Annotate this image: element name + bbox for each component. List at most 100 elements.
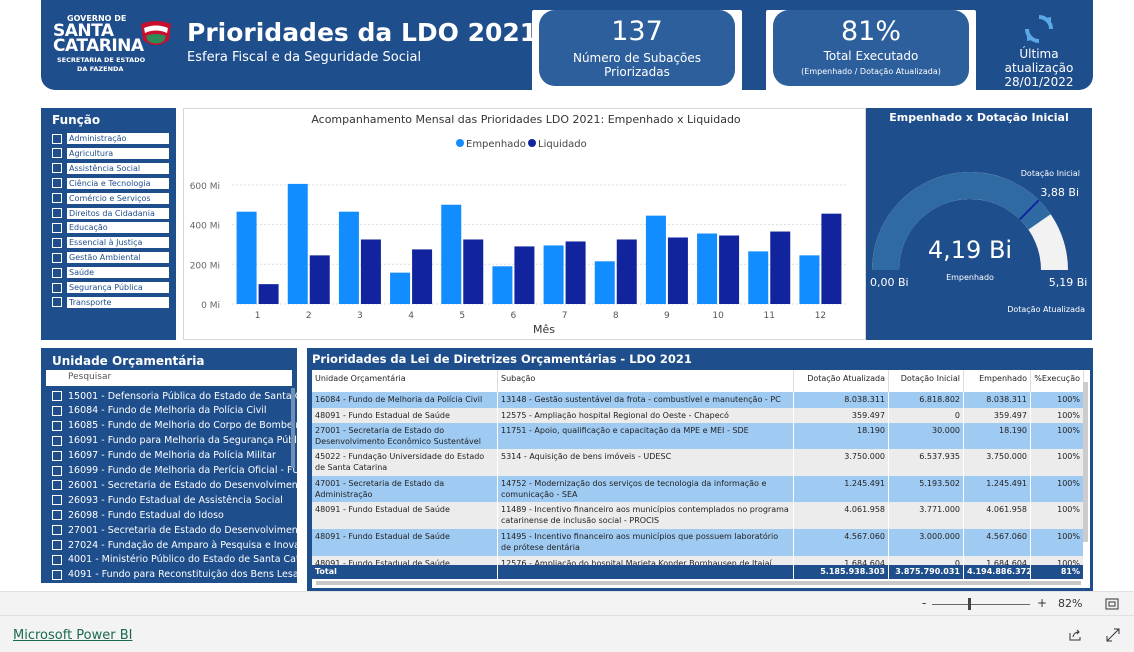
bar-liquidado-5[interactable] — [463, 239, 484, 304]
bar-liquidado-1[interactable] — [258, 284, 279, 304]
funcao-item[interactable]: Transporte — [52, 296, 169, 309]
unidade-item[interactable]: 16097 - Fundo de Melhoria da Polícia Mil… — [52, 449, 297, 463]
table-column-header[interactable]: Dotação Inicial — [889, 370, 964, 392]
checkbox[interactable] — [52, 297, 62, 308]
checkbox[interactable] — [52, 163, 62, 174]
checkbox[interactable] — [52, 282, 62, 293]
zoom-in-button[interactable]: + — [1037, 596, 1047, 610]
bar-empenhado-6[interactable] — [492, 266, 513, 304]
checkbox[interactable] — [52, 450, 62, 461]
checkbox[interactable] — [52, 391, 62, 401]
checkbox[interactable] — [52, 435, 62, 446]
checkbox[interactable] — [52, 569, 62, 580]
table-row[interactable]: 48091 - Fundo Estadual de Saúde 11495 - I… — [312, 529, 1084, 556]
checkbox[interactable] — [52, 420, 62, 431]
checkbox[interactable] — [52, 148, 62, 159]
fit-to-page-icon[interactable] — [1105, 598, 1119, 610]
bar-empenhado-5[interactable] — [441, 204, 462, 304]
unidade-search-box[interactable]: Pesquisar — [46, 370, 292, 386]
funcao-item[interactable]: Assistência Social — [52, 162, 169, 175]
funcao-item[interactable]: Saúde — [52, 266, 169, 279]
unidade-item[interactable]: 16084 - Fundo de Melhoria da Polícia Civ… — [52, 404, 297, 418]
checkbox[interactable] — [52, 208, 62, 218]
bar-empenhado-10[interactable] — [697, 233, 718, 304]
bar-liquidado-4[interactable] — [412, 249, 433, 304]
unidade-item[interactable]: 26098 - Fundo Estadual do Idoso — [52, 508, 297, 522]
bar-empenhado-2[interactable] — [287, 183, 308, 304]
funcao-item[interactable]: Comércio e Serviços — [52, 192, 169, 205]
bar-empenhado-12[interactable] — [799, 255, 820, 304]
bar-liquidado-8[interactable] — [616, 239, 637, 304]
table-column-header[interactable]: Unidade Orçamentária — [312, 370, 498, 392]
table-row[interactable]: 48091 - Fundo Estadual de Saúde 12575 - A… — [312, 408, 1084, 423]
table-column-header[interactable]: Dotação Atualizada — [794, 370, 889, 392]
bar-liquidado-2[interactable] — [309, 255, 330, 304]
checkbox[interactable] — [52, 237, 62, 248]
table-horizontal-scrollbar[interactable] — [316, 581, 1081, 585]
checkbox[interactable] — [52, 525, 62, 536]
zoom-out-button[interactable]: - — [922, 596, 926, 610]
bar-liquidado-7[interactable] — [565, 241, 586, 304]
checkbox[interactable] — [52, 540, 62, 550]
checkbox[interactable] — [52, 480, 62, 491]
unidade-scrollbar[interactable] — [291, 388, 295, 468]
bar-liquidado-12[interactable] — [821, 213, 842, 304]
table-row[interactable]: 47001 - Secretaria de Estado da Administ… — [312, 476, 1084, 502]
bar-empenhado-7[interactable] — [543, 245, 564, 304]
funcao-item[interactable]: Educação — [52, 221, 169, 234]
unidade-item[interactable]: 26001 - Secretaria de Estado do Desenvol… — [52, 478, 297, 492]
zoom-slider-handle[interactable] — [968, 598, 971, 610]
power-bi-link[interactable]: Microsoft Power BI — [13, 628, 132, 643]
table-header-row: Unidade Orçamentária Subação Dotação Atual… — [312, 370, 1084, 392]
bar-empenhado-4[interactable] — [390, 272, 411, 304]
bar-liquidado-3[interactable] — [360, 239, 381, 304]
funcao-item[interactable]: Agricultura — [52, 147, 169, 160]
table-row[interactable]: 48091 - Fundo Estadual de Saúde 11489 - I… — [312, 502, 1084, 529]
unidade-item[interactable]: 4091 - Fundo para Reconstituição dos Ben… — [52, 568, 297, 582]
checkbox[interactable] — [52, 133, 62, 144]
funcao-item[interactable]: Gestão Ambiental — [52, 251, 169, 264]
checkbox[interactable] — [52, 554, 62, 565]
unidade-item[interactable]: 26093 - Fundo Estadual de Assistência So… — [52, 493, 297, 507]
unidade-item[interactable]: 16085 - Fundo de Melhoria do Corpo de Bo… — [52, 419, 297, 433]
unidade-item[interactable]: 16091 - Fundo para Melhoria da Segurança… — [52, 434, 297, 448]
table-column-header[interactable]: Empenhado — [964, 370, 1031, 392]
bar-empenhado-1[interactable] — [236, 211, 257, 304]
table-row[interactable]: 16084 - Fundo de Melhoria da Polícia Civ… — [312, 392, 1084, 408]
checkbox[interactable] — [52, 405, 62, 416]
checkbox[interactable] — [52, 267, 62, 278]
checkbox[interactable] — [52, 252, 62, 263]
table-scrollbar[interactable] — [1083, 382, 1088, 542]
unidade-item[interactable]: 15001 - Defensoria Pública do Estado de … — [52, 389, 297, 403]
checkbox[interactable] — [52, 193, 62, 204]
checkbox[interactable] — [52, 510, 62, 521]
funcao-item[interactable]: Administração — [52, 132, 169, 145]
unidade-item[interactable]: 27024 - Fundação de Amparo à Pesquisa e … — [52, 538, 297, 552]
zoom-slider-track[interactable] — [932, 604, 1030, 605]
table-row[interactable]: 45022 - Fundação Universidade do Estado … — [312, 449, 1084, 476]
funcao-item[interactable]: Essencial à Justiça — [52, 236, 169, 249]
bar-liquidado-11[interactable] — [770, 231, 791, 304]
bar-empenhado-3[interactable] — [338, 211, 359, 304]
checkbox[interactable] — [52, 178, 62, 189]
table-row[interactable]: 27001 - Secretaria de Estado do Desenvol… — [312, 423, 1084, 449]
table-column-header[interactable]: %Execução — [1031, 370, 1084, 392]
unidade-item[interactable]: 27001 - Secretaria de Estado do Desenvol… — [52, 523, 297, 537]
bar-empenhado-11[interactable] — [748, 251, 769, 304]
funcao-item[interactable]: Direitos da Cidadania — [52, 207, 169, 220]
bar-liquidado-10[interactable] — [719, 235, 740, 304]
unidade-item[interactable]: 4001 - Ministério Público do Estado de S… — [52, 553, 297, 567]
bar-liquidado-6[interactable] — [514, 246, 535, 304]
checkbox[interactable] — [52, 495, 62, 506]
bar-empenhado-9[interactable] — [645, 215, 666, 304]
fullscreen-icon[interactable] — [1106, 628, 1120, 642]
table-column-header[interactable]: Subação — [498, 370, 794, 392]
checkbox[interactable] — [52, 465, 62, 476]
funcao-item[interactable]: Ciência e Tecnologia — [52, 177, 169, 190]
checkbox[interactable] — [52, 222, 62, 233]
bar-empenhado-8[interactable] — [594, 261, 615, 304]
funcao-item[interactable]: Segurança Pública — [52, 281, 169, 294]
share-icon[interactable] — [1068, 628, 1082, 642]
unidade-item[interactable]: 16099 - Fundo de Melhoria da Perícia Ofi… — [52, 464, 297, 478]
bar-liquidado-9[interactable] — [667, 237, 688, 304]
